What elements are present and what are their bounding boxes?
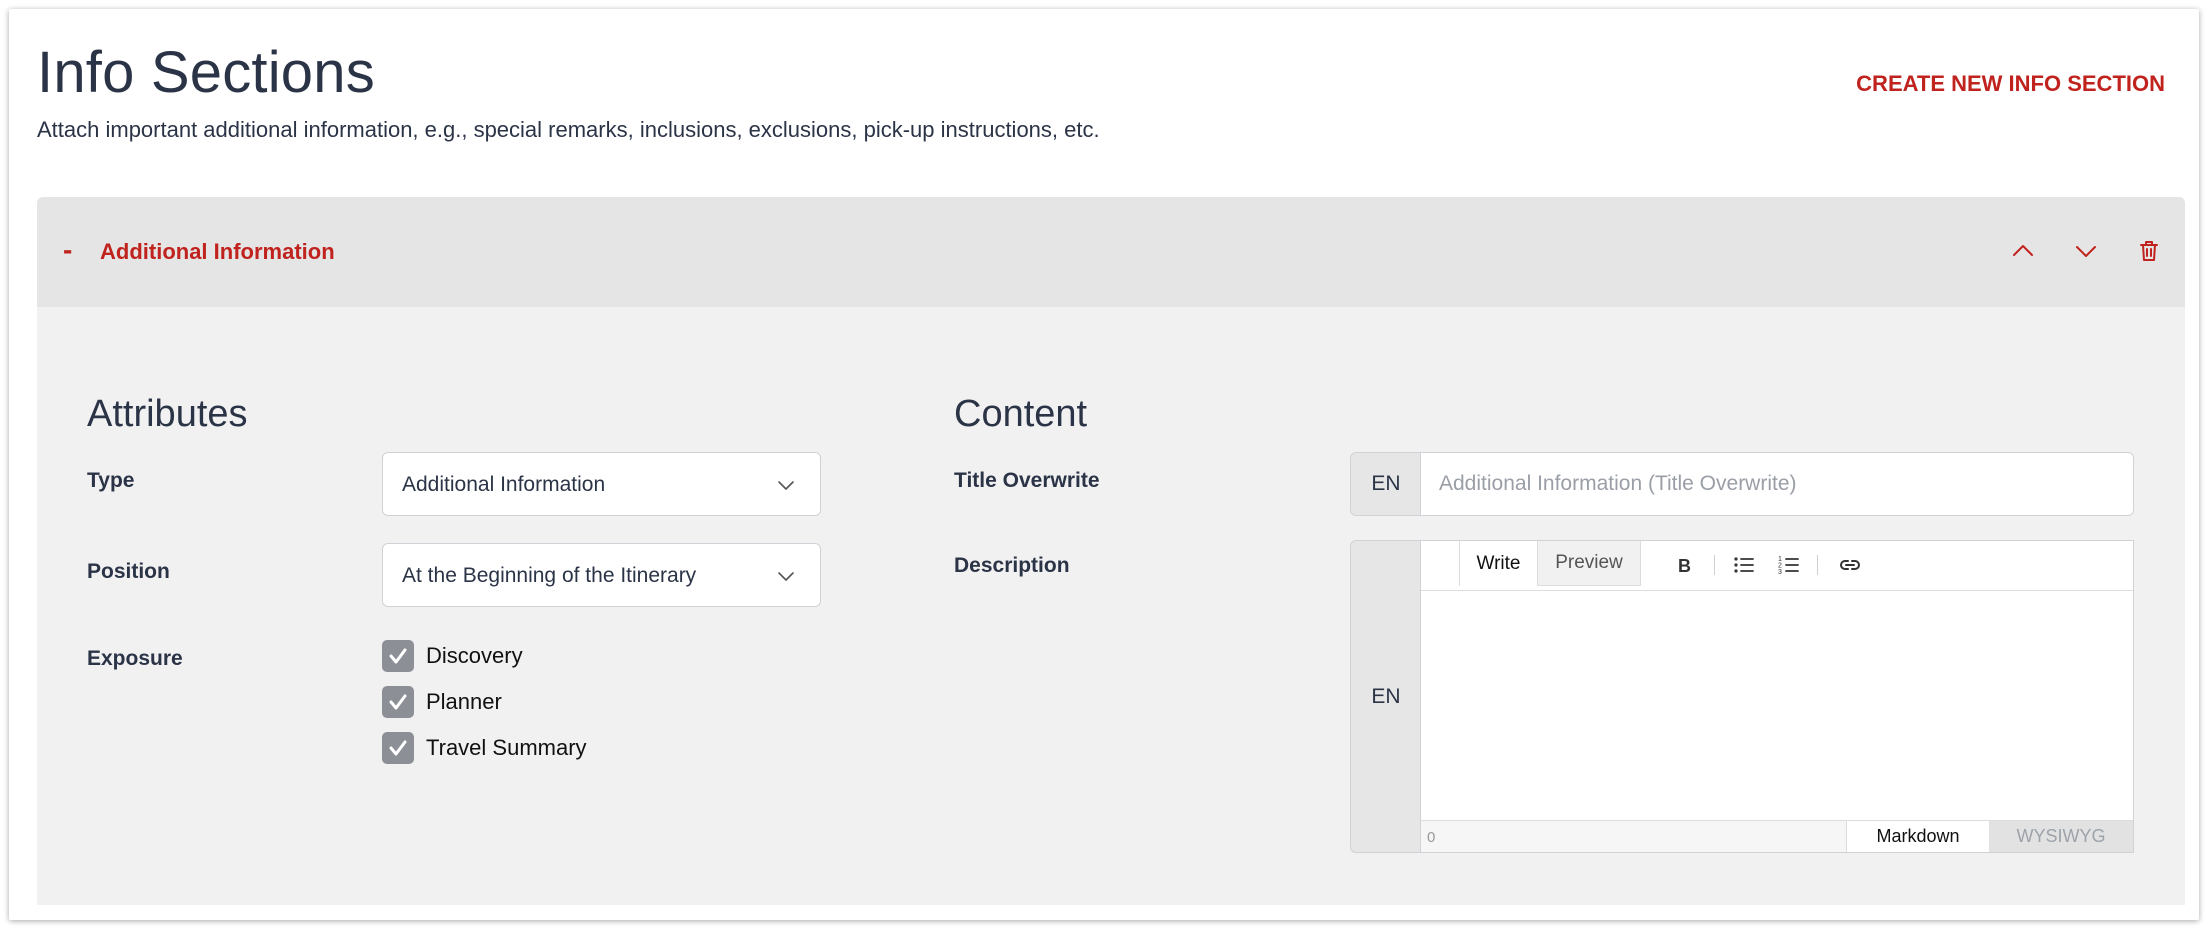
- chevron-down-icon: [2076, 246, 2096, 257]
- title-language-tag: EN: [1350, 452, 1422, 516]
- trash-icon: [2140, 241, 2158, 261]
- type-select-value: Additional Information: [402, 473, 606, 496]
- toolbar-divider: [1817, 555, 1818, 575]
- move-down-button[interactable]: [2070, 235, 2102, 267]
- link-button[interactable]: [1837, 552, 1863, 578]
- toolbar-divider: [1714, 555, 1715, 575]
- link-icon: [1840, 560, 1860, 570]
- checkmark-icon: [389, 694, 407, 710]
- bold-icon: B: [1678, 556, 1691, 576]
- description-language-tag: EN: [1350, 540, 1422, 853]
- position-label: Position: [87, 560, 170, 583]
- svg-text:B: B: [1678, 556, 1691, 576]
- title-overwrite-label: Title Overwrite: [954, 469, 1100, 492]
- exposure-label: Exposure: [87, 647, 183, 670]
- tab-preview[interactable]: Preview: [1537, 541, 1641, 586]
- info-section-title[interactable]: Additional Information: [100, 239, 335, 265]
- checkbox-label: Discovery: [426, 643, 523, 668]
- wysiwyg-mode-button[interactable]: WYSIWYG: [1989, 821, 2133, 852]
- attributes-heading: Attributes: [87, 393, 248, 435]
- collapse-toggle[interactable]: -: [63, 235, 87, 265]
- chevron-down-icon: [778, 481, 794, 490]
- checkmark-icon: [389, 648, 407, 664]
- numbered-list-icon: 1 2 3: [1778, 556, 1799, 576]
- type-select[interactable]: Additional Information: [382, 452, 821, 516]
- checkbox[interactable]: [382, 686, 414, 718]
- description-label: Description: [954, 554, 1070, 577]
- delete-section-button[interactable]: [2133, 235, 2165, 267]
- chevron-up-icon: [2013, 245, 2033, 256]
- description-editor[interactable]: Write Preview B 1 2 3 0 Markdown WYSIWYG: [1420, 540, 2134, 853]
- checkbox[interactable]: [382, 732, 414, 764]
- bullet-list-icon: [1734, 557, 1754, 573]
- chevron-down-icon: [778, 572, 794, 581]
- bullet-list-button[interactable]: [1731, 552, 1757, 578]
- editor-status-bar: 0 Markdown WYSIWYG: [1421, 820, 2133, 852]
- position-select-value: At the Beginning of the Itinerary: [402, 564, 697, 587]
- position-select[interactable]: At the Beginning of the Itinerary: [382, 543, 821, 607]
- tab-write[interactable]: Write: [1459, 541, 1537, 586]
- info-sections-card: Info Sections Attach important additiona…: [9, 9, 2199, 920]
- move-up-button[interactable]: [2007, 235, 2039, 267]
- editor-toolbar: Write Preview B 1 2 3: [1421, 541, 2133, 591]
- checkbox[interactable]: [382, 640, 414, 672]
- markdown-mode-button[interactable]: Markdown: [1846, 821, 1989, 852]
- svg-text:3: 3: [1778, 569, 1782, 576]
- checkmark-icon: [389, 740, 407, 756]
- type-label: Type: [87, 469, 135, 492]
- title-overwrite-input[interactable]: Additional Information (Title Overwrite): [1420, 452, 2134, 516]
- info-section-header[interactable]: - Additional Information: [37, 197, 2185, 307]
- character-count: 0: [1427, 829, 1436, 846]
- content-heading: Content: [954, 393, 1088, 435]
- info-section-body: Attributes Type Additional Information P…: [37, 307, 2185, 905]
- page-title: Info Sections: [37, 40, 375, 105]
- page-subtitle: Attach important additional information,…: [37, 117, 1100, 142]
- checkbox-label: Planner: [426, 689, 502, 714]
- numbered-list-button[interactable]: 1 2 3: [1776, 552, 1802, 578]
- checkbox-label: Travel Summary: [426, 735, 587, 760]
- bold-button[interactable]: B: [1671, 552, 1697, 578]
- create-info-section-button[interactable]: CREATE NEW INFO SECTION: [1856, 71, 2165, 97]
- description-textarea[interactable]: [1421, 592, 2133, 820]
